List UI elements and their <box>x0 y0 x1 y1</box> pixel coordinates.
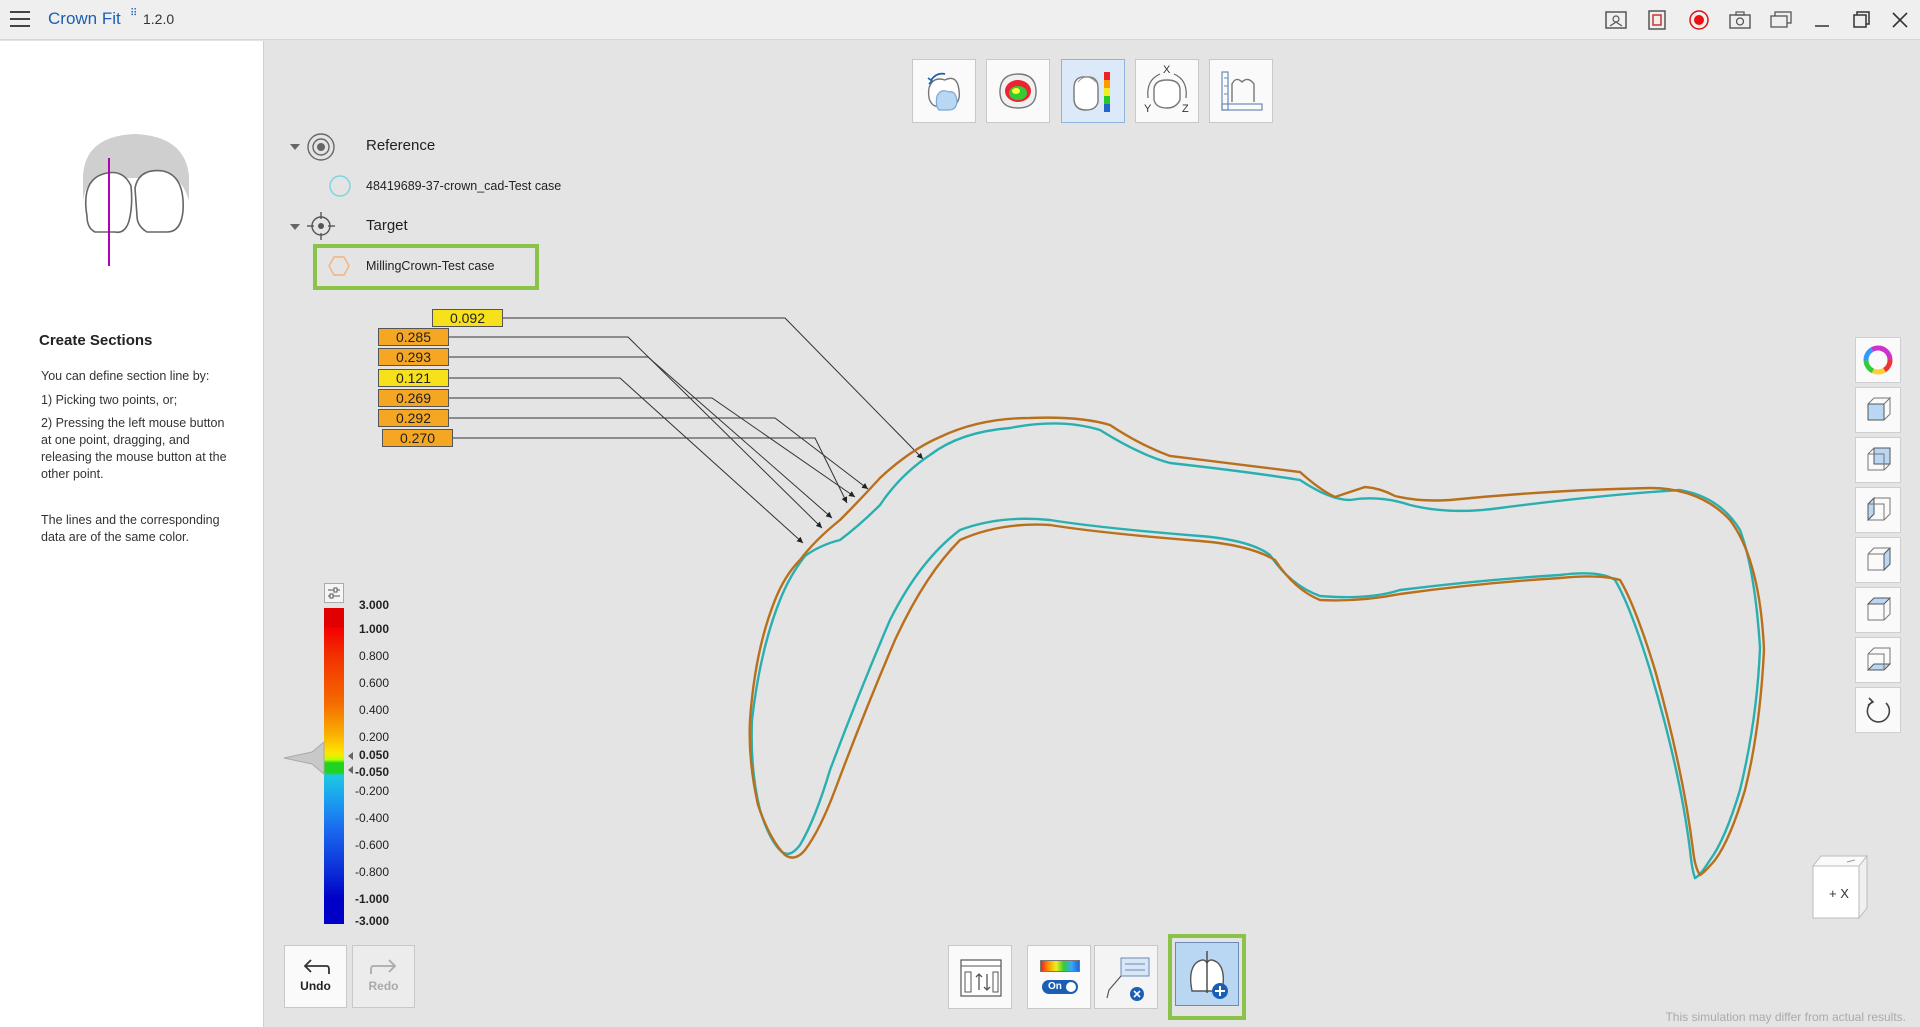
view-left-button[interactable] <box>1855 487 1901 533</box>
legend-value: -3.000 <box>355 914 390 928</box>
disclaimer-text: This simulation may differ from actual r… <box>1665 1010 1906 1024</box>
view-bottom-button[interactable] <box>1855 637 1901 683</box>
undo-arrow-icon <box>303 959 330 974</box>
legend-value: -0.800 <box>355 865 390 879</box>
legend-value: -0.400 <box>355 811 390 825</box>
redo-arrow-icon <box>369 959 396 974</box>
add-section-button[interactable] <box>1175 942 1239 1006</box>
redo-button[interactable]: Redo <box>352 945 415 1008</box>
measurement-value[interactable]: 0.293 <box>378 348 449 366</box>
cube-bottom-icon <box>1866 647 1892 671</box>
color-bar-icon <box>1040 960 1080 972</box>
cube-right-icon <box>1867 546 1891 572</box>
undo-button[interactable]: Undo <box>284 945 347 1008</box>
legend-value: -0.200 <box>355 784 390 798</box>
undo-label: Undo <box>300 979 331 993</box>
cube-left-icon <box>1867 496 1891 522</box>
measurement-value[interactable]: 0.269 <box>378 389 449 407</box>
legend-value: 3.000 <box>359 598 390 612</box>
legend-value: 0.600 <box>359 676 390 690</box>
delete-section-button[interactable] <box>1094 945 1158 1009</box>
delete-section-icon <box>1106 957 1150 1001</box>
color-toggle-button[interactable]: On <box>1027 945 1091 1009</box>
sliders-icon <box>328 587 340 599</box>
rotate-reset-icon <box>1866 697 1891 723</box>
legend-value: 0.400 <box>359 703 390 717</box>
legend-value: -0.600 <box>355 838 390 852</box>
view-back-button[interactable] <box>1855 437 1901 483</box>
orientation-cube-label: + X <box>1829 886 1849 901</box>
legend-value: -1.000 <box>355 892 390 906</box>
orientation-cube[interactable]: + X <box>1809 852 1871 922</box>
target-section-curve <box>748 416 1766 877</box>
measurement-value[interactable]: 0.285 <box>378 328 449 346</box>
cube-front-icon <box>1867 396 1892 421</box>
histogram-icon <box>283 740 325 776</box>
view-right-button[interactable] <box>1855 537 1901 583</box>
view-front-button[interactable] <box>1855 387 1901 433</box>
legend-value: -0.050 <box>355 765 390 779</box>
legend-range-markers-icon[interactable] <box>346 752 354 776</box>
section-profile-drawing <box>449 317 1766 880</box>
color-wheel-icon <box>1863 345 1893 375</box>
redo-label: Redo <box>368 979 399 993</box>
legend-value: 0.800 <box>359 649 390 663</box>
measurement-value[interactable]: 0.270 <box>382 429 453 447</box>
legend-settings-button[interactable] <box>324 583 344 603</box>
section-list-icon <box>960 959 1002 997</box>
measurement-value[interactable]: 0.092 <box>432 309 503 327</box>
measurement-value[interactable]: 0.121 <box>378 369 449 387</box>
measurement-value[interactable]: 0.292 <box>378 409 449 427</box>
deviation-color-bar <box>324 608 344 924</box>
legend-value: 0.200 <box>359 730 390 744</box>
cube-back-icon <box>1867 447 1891 471</box>
toggle-knob <box>1066 982 1076 992</box>
reset-view-button[interactable] <box>1855 687 1901 733</box>
legend-value: 1.000 <box>359 622 390 636</box>
add-section-tooth-icon <box>1189 951 1228 999</box>
view-top-button[interactable] <box>1855 587 1901 633</box>
section-list-button[interactable] <box>948 945 1012 1009</box>
legend-value: 0.050 <box>359 748 390 762</box>
color-wheel-button[interactable] <box>1855 337 1901 383</box>
cube-top-icon <box>1866 597 1892 621</box>
reference-section-curve <box>750 422 1762 880</box>
